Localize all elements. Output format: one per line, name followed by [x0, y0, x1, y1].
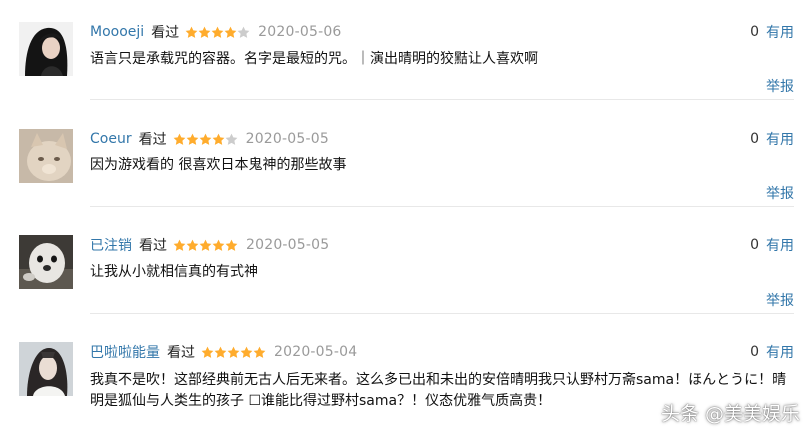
rating-stars — [185, 26, 250, 39]
avatar[interactable] — [19, 235, 73, 289]
useful-button[interactable]: 有用 — [766, 22, 794, 42]
review-meta: Moooeji 看过 2020-05-06 — [90, 22, 342, 42]
watch-status: 看过 — [139, 238, 167, 254]
star-filled-icon — [185, 26, 198, 39]
vote-count: 0 — [750, 131, 759, 147]
useful-button[interactable]: 有用 — [766, 129, 794, 149]
rating-stars — [173, 239, 238, 252]
woman-portrait-avatar-icon — [19, 22, 73, 76]
review-meta: Coeur 看过 2020-05-05 — [90, 129, 329, 149]
review-content: 让我从小就相信真的有式神 — [90, 264, 258, 280]
useful-button[interactable]: 有用 — [766, 235, 794, 255]
useful-button[interactable]: 有用 — [766, 342, 794, 362]
vote-count: 0 — [750, 344, 759, 360]
avatar[interactable] — [19, 129, 73, 183]
review-content: 因为游戏看的 很喜欢日本鬼神的那些故事 — [90, 157, 347, 173]
divider — [90, 99, 794, 100]
username-link[interactable]: Moooeji — [90, 24, 144, 40]
avatar[interactable] — [19, 342, 73, 396]
star-filled-icon — [199, 239, 212, 252]
star-filled-icon — [186, 239, 199, 252]
star-filled-icon — [240, 346, 253, 359]
review-date: 2020-05-04 — [274, 344, 358, 360]
review-meta: 已注销 看过 2020-05-05 — [90, 235, 329, 255]
username-link[interactable]: Coeur — [90, 131, 132, 147]
watermark: 头条 @美美娱乐 — [660, 403, 800, 425]
vote-area: 0 有用 — [750, 22, 794, 42]
username-link[interactable]: 已注销 — [90, 235, 132, 255]
rating-stars — [201, 346, 266, 359]
star-filled-icon — [173, 239, 186, 252]
report-link[interactable]: 举报 — [766, 290, 794, 310]
watch-status: 看过 — [151, 25, 180, 41]
username-link[interactable]: 巴啦啦能量 — [90, 342, 160, 362]
star-filled-icon — [225, 239, 238, 252]
star-filled-icon — [201, 346, 214, 359]
vote-area: 0 有用 — [750, 129, 794, 149]
divider — [90, 313, 794, 314]
star-filled-icon — [214, 346, 227, 359]
report-link[interactable]: 举报 — [766, 76, 794, 96]
review-date: 2020-05-06 — [258, 24, 342, 40]
seal-avatar-icon — [19, 235, 73, 289]
star-filled-icon — [199, 133, 212, 146]
star-filled-icon — [227, 346, 240, 359]
vote-count: 0 — [750, 24, 759, 40]
star-empty-icon — [225, 133, 238, 146]
watch-status: 看过 — [167, 345, 195, 361]
review-date: 2020-05-05 — [246, 237, 330, 253]
star-filled-icon — [173, 133, 186, 146]
star-empty-icon — [237, 26, 250, 39]
vote-area: 0 有用 — [750, 342, 794, 362]
avatar[interactable] — [19, 22, 73, 76]
star-filled-icon — [212, 133, 225, 146]
vote-count: 0 — [750, 237, 759, 253]
review-content: 语言只是承载咒的容器。名字是最短的咒。｜演出晴明的狡黠让人喜欢啊 — [90, 51, 538, 67]
review-date: 2020-05-05 — [245, 131, 329, 147]
star-filled-icon — [253, 346, 266, 359]
report-link[interactable]: 举报 — [766, 183, 794, 203]
cat-avatar-icon — [19, 129, 73, 183]
rating-stars — [173, 133, 238, 146]
watch-status: 看过 — [138, 132, 167, 148]
costume-portrait-avatar-icon — [19, 342, 73, 396]
star-filled-icon — [186, 133, 199, 146]
star-filled-icon — [211, 26, 224, 39]
star-filled-icon — [224, 26, 237, 39]
review-meta: 巴啦啦能量 看过 2020-05-04 — [90, 342, 357, 362]
divider — [90, 206, 794, 207]
star-filled-icon — [198, 26, 211, 39]
star-filled-icon — [212, 239, 225, 252]
vote-area: 0 有用 — [750, 235, 794, 255]
